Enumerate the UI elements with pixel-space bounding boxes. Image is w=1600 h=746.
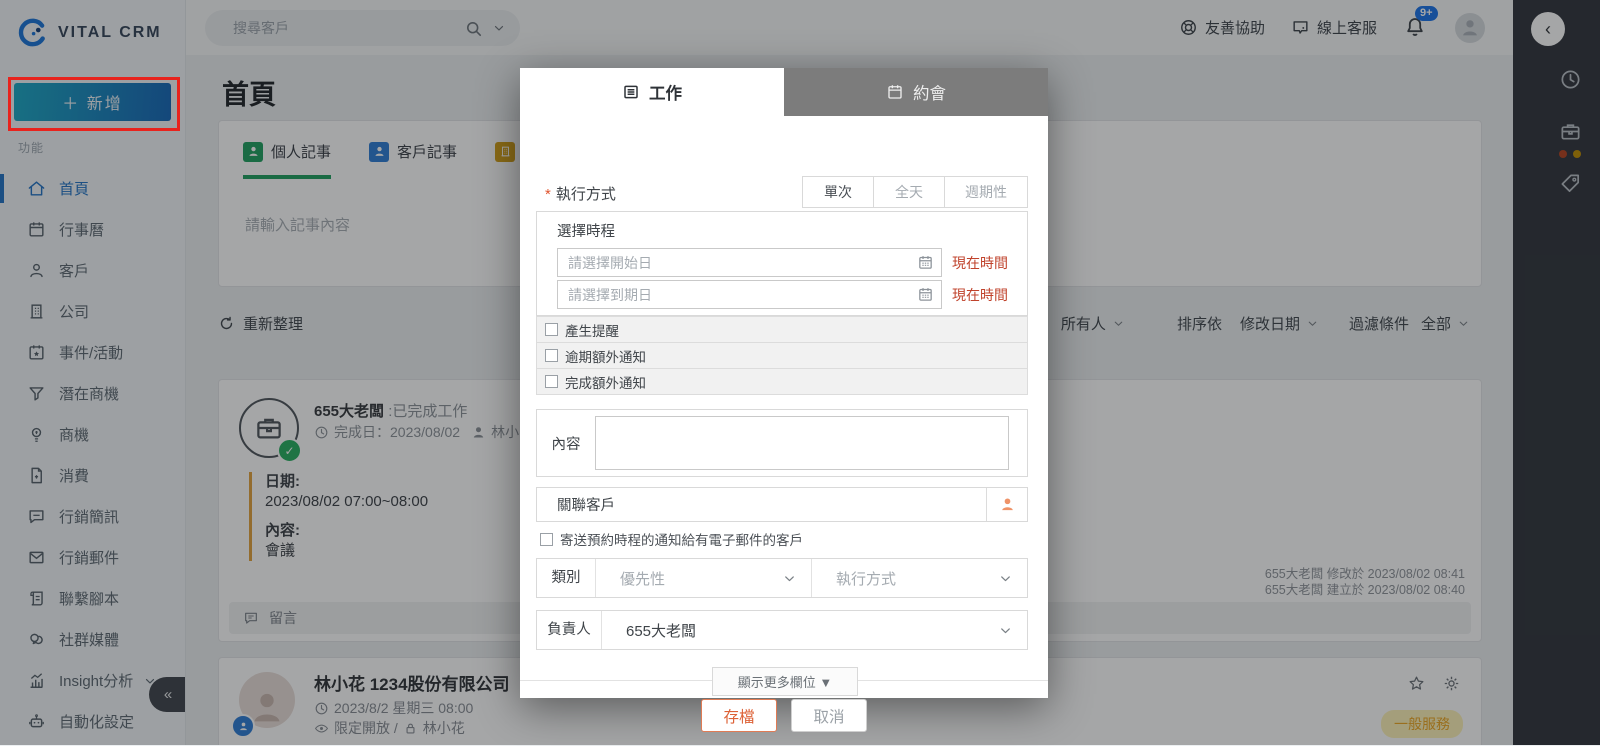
chevron-down-icon — [998, 571, 1013, 586]
modal-tab-appointment[interactable]: 約會 — [784, 68, 1048, 116]
cancel-button[interactable]: 取消 — [791, 699, 867, 732]
reminder-options: 產生提醒 逾期額外通知 完成額外通知 — [536, 316, 1028, 395]
checkbox[interactable] — [545, 323, 558, 336]
start-date-input[interactable] — [558, 254, 917, 272]
task-list-icon — [622, 83, 640, 101]
checkbox[interactable] — [545, 375, 558, 388]
pick-customer-button[interactable] — [986, 488, 1027, 521]
owner-label: 負責人 — [537, 611, 602, 649]
category-box: 類別 優先性 執行方式 — [536, 558, 1028, 598]
option-create-reminder[interactable]: 產生提醒 — [537, 317, 1027, 342]
start-date-field[interactable] — [557, 248, 942, 277]
calendar-icon — [886, 83, 904, 101]
modal-tab-label: 約會 — [913, 80, 946, 104]
email-notify-option[interactable]: 寄送預約時程的通知給有電子郵件的客戶 — [540, 529, 803, 549]
now-time-link-start[interactable]: 現在時間 — [952, 253, 1008, 273]
calendar-picker-icon[interactable] — [917, 286, 934, 303]
owner-box: 負責人 655大老闆 — [536, 610, 1028, 650]
exec-method-label: *執行方式 — [545, 183, 616, 204]
category-label: 類別 — [537, 559, 596, 597]
save-button[interactable]: 存檔 — [701, 699, 777, 732]
due-date-input[interactable] — [558, 286, 917, 304]
priority-placeholder: 優先性 — [596, 568, 782, 589]
content-field-box: 內容 — [536, 409, 1028, 477]
owner-select[interactable]: 655大老闆 — [602, 611, 1027, 649]
option-label: 完成額外通知 — [565, 372, 646, 392]
chevron-down-icon — [782, 571, 797, 586]
content-textarea[interactable] — [595, 416, 1009, 470]
modal-tab-work[interactable]: 工作 — [520, 68, 784, 116]
checkbox[interactable] — [545, 349, 558, 362]
content-field-label: 內容 — [537, 433, 595, 454]
related-customer-box: 關聯客戶 — [536, 487, 1028, 522]
exec-mode-recurring[interactable]: 週期性 — [944, 177, 1027, 207]
checkbox[interactable] — [540, 533, 553, 546]
option-label: 產生提醒 — [565, 320, 619, 340]
related-customer-input[interactable] — [627, 487, 986, 522]
exec-mode-allday[interactable]: 全天 — [873, 177, 944, 207]
due-date-field[interactable] — [557, 280, 942, 309]
schedule-box: 選擇時程 現在時間 現在時間 — [536, 211, 1028, 316]
priority-select[interactable]: 優先性 — [596, 559, 811, 597]
now-time-link-due[interactable]: 現在時間 — [952, 285, 1008, 305]
person-icon — [999, 496, 1016, 513]
new-item-dialog: 工作 約會 *執行方式 單次 全天 週期性 選擇時程 現在時間 — [520, 68, 1048, 698]
related-customer-label: 關聯客戶 — [537, 494, 615, 515]
show-more-fields-button[interactable]: 顯示更多欄位 ▼ — [712, 667, 858, 696]
exec-method-select[interactable]: 執行方式 — [811, 559, 1027, 597]
exec-mode-segmented-control: 單次 全天 週期性 — [802, 176, 1028, 208]
option-complete-notify[interactable]: 完成額外通知 — [537, 368, 1027, 394]
exec-mode-single[interactable]: 單次 — [803, 177, 873, 207]
option-overdue-notify[interactable]: 逾期額外通知 — [537, 342, 1027, 368]
schedule-label: 選擇時程 — [557, 220, 1027, 241]
owner-value: 655大老闆 — [602, 620, 998, 641]
exec-placeholder: 執行方式 — [812, 568, 998, 589]
required-asterisk: * — [545, 186, 551, 203]
option-label: 逾期額外通知 — [565, 346, 646, 366]
modal-tab-label: 工作 — [649, 80, 682, 104]
calendar-picker-icon[interactable] — [917, 254, 934, 271]
email-notify-label: 寄送預約時程的通知給有電子郵件的客戶 — [560, 529, 803, 549]
chevron-down-icon — [998, 623, 1013, 638]
